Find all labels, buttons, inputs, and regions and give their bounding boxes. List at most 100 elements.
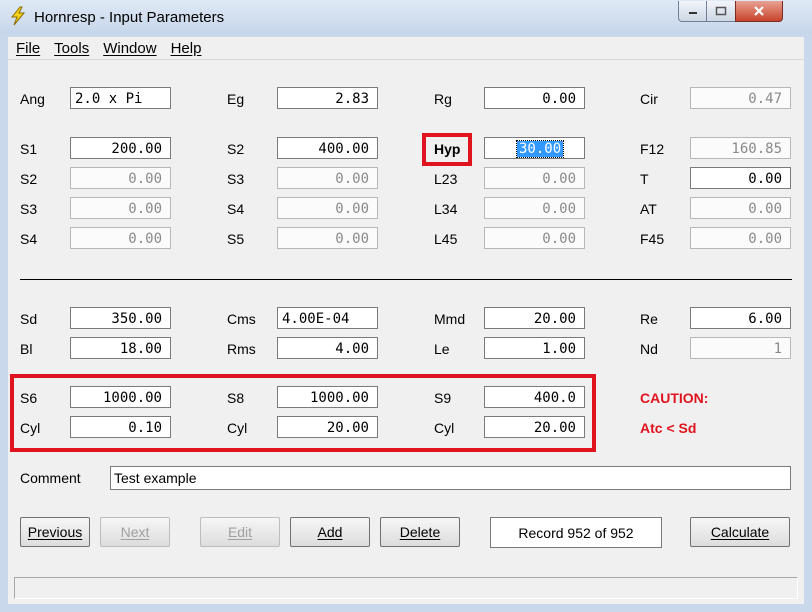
bl-label: Bl bbox=[20, 341, 33, 357]
cir-label: Cir bbox=[640, 91, 658, 107]
record-counter: Record 952 of 952 bbox=[490, 517, 662, 548]
input-parameters-panel: Ang 2.0 x Pi Eg 2.83 Rg 0.00 Cir 0.47 S1… bbox=[8, 60, 804, 604]
cyl3-label: Cyl bbox=[434, 420, 455, 436]
menu-file[interactable]: File bbox=[16, 40, 40, 57]
l34-label: L34 bbox=[434, 201, 458, 217]
cir-field: 0.47 bbox=[690, 87, 791, 109]
s4-row5-label: S4 bbox=[20, 231, 38, 247]
ang-field[interactable]: 2.0 x Pi bbox=[70, 87, 171, 109]
s4-label: S4 bbox=[227, 201, 245, 217]
cyl2-label: Cyl bbox=[227, 420, 248, 436]
close-icon bbox=[754, 6, 764, 16]
l23-field[interactable]: 0.00 bbox=[484, 167, 585, 189]
s5-label: S5 bbox=[227, 231, 245, 247]
f12-label: F12 bbox=[640, 141, 665, 157]
s8-field[interactable]: 1000.00 bbox=[277, 386, 378, 408]
nd-label: Nd bbox=[640, 341, 658, 357]
section-divider bbox=[20, 279, 792, 280]
bl-field[interactable]: 18.00 bbox=[70, 337, 171, 359]
lightning-bolt-icon bbox=[10, 6, 26, 26]
comment-field[interactable]: Test example bbox=[110, 466, 791, 490]
status-bar bbox=[14, 577, 798, 599]
calculate-button[interactable]: Calculate bbox=[690, 517, 790, 547]
caution-title: CAUTION: bbox=[640, 390, 709, 406]
eg-field[interactable]: 2.83 bbox=[277, 87, 378, 109]
s3-row4-field[interactable]: 0.00 bbox=[70, 197, 171, 219]
window-title: Hornresp - Input Parameters bbox=[34, 9, 225, 26]
menu-help[interactable]: Help bbox=[171, 40, 202, 57]
le-label: Le bbox=[434, 341, 450, 357]
add-button[interactable]: Add bbox=[290, 517, 370, 547]
cyl3-field[interactable]: 20.00 bbox=[484, 416, 585, 438]
eg-label: Eg bbox=[227, 91, 245, 107]
hyp-label: Hyp bbox=[434, 141, 461, 157]
mmd-field[interactable]: 20.00 bbox=[484, 307, 585, 329]
rg-field[interactable]: 0.00 bbox=[484, 87, 585, 109]
t-field[interactable]: 0.00 bbox=[690, 167, 791, 189]
hyp-selected-text: 30.00 bbox=[515, 140, 565, 158]
sd-field[interactable]: 350.00 bbox=[70, 307, 171, 329]
s1-label: S1 bbox=[20, 141, 38, 157]
s3-field[interactable]: 0.00 bbox=[277, 167, 378, 189]
menu-tools[interactable]: Tools bbox=[54, 40, 89, 57]
f12-field: 160.85 bbox=[690, 137, 791, 159]
hyp-field[interactable]: 30.00 bbox=[484, 137, 585, 159]
s4-field[interactable]: 0.00 bbox=[277, 197, 378, 219]
edit-button-label: Edit bbox=[227, 524, 253, 540]
edit-button[interactable]: Edit bbox=[200, 517, 280, 547]
s9-label: S9 bbox=[434, 390, 452, 406]
re-field[interactable]: 6.00 bbox=[690, 307, 791, 329]
cms-field[interactable]: 4.00E-04 bbox=[277, 307, 378, 329]
l45-field[interactable]: 0.00 bbox=[484, 227, 585, 249]
delete-button[interactable]: Delete bbox=[380, 517, 460, 547]
cms-label: Cms bbox=[227, 311, 256, 327]
at-label: AT bbox=[640, 201, 657, 217]
s2-row3-label: S2 bbox=[20, 171, 38, 187]
previous-button-label: Previous bbox=[27, 524, 83, 540]
s3-label: S3 bbox=[227, 171, 245, 187]
s8-label: S8 bbox=[227, 390, 245, 406]
f45-label: F45 bbox=[640, 231, 665, 247]
sd-label: Sd bbox=[20, 311, 38, 327]
at-field[interactable]: 0.00 bbox=[690, 197, 791, 219]
s5-field[interactable]: 0.00 bbox=[277, 227, 378, 249]
title-bar: Hornresp - Input Parameters bbox=[0, 0, 812, 34]
s9-field[interactable]: 400.0 bbox=[484, 386, 585, 408]
add-button-label: Add bbox=[317, 524, 343, 540]
next-button[interactable]: Next bbox=[100, 517, 170, 547]
mmd-label: Mmd bbox=[434, 311, 466, 327]
le-field[interactable]: 1.00 bbox=[484, 337, 585, 359]
l34-field[interactable]: 0.00 bbox=[484, 197, 585, 219]
l45-label: L45 bbox=[434, 231, 458, 247]
maximize-button[interactable] bbox=[706, 1, 736, 22]
s4-row5-field[interactable]: 0.00 bbox=[70, 227, 171, 249]
rms-label: Rms bbox=[227, 341, 256, 357]
minimize-button[interactable] bbox=[678, 1, 708, 22]
rg-label: Rg bbox=[434, 91, 452, 107]
rms-field[interactable]: 4.00 bbox=[277, 337, 378, 359]
s6-field[interactable]: 1000.00 bbox=[70, 386, 171, 408]
maximize-icon bbox=[715, 6, 727, 16]
s6-label: S6 bbox=[20, 390, 38, 406]
cyl2-field[interactable]: 20.00 bbox=[277, 416, 378, 438]
minimize-icon bbox=[689, 12, 697, 14]
s2-row3-field[interactable]: 0.00 bbox=[70, 167, 171, 189]
previous-button[interactable]: Previous bbox=[20, 517, 90, 547]
close-button[interactable] bbox=[735, 1, 783, 22]
comment-label: Comment bbox=[20, 470, 81, 486]
re-label: Re bbox=[640, 311, 658, 327]
caution-message: Atc < Sd bbox=[640, 420, 697, 436]
menu-window[interactable]: Window bbox=[103, 40, 156, 57]
f45-field: 0.00 bbox=[690, 227, 791, 249]
delete-button-label: Delete bbox=[399, 524, 441, 540]
menu-bar: File Tools Window Help bbox=[8, 37, 804, 60]
s2-field[interactable]: 400.00 bbox=[277, 137, 378, 159]
t-label: T bbox=[640, 171, 649, 187]
cyl1-field[interactable]: 0.10 bbox=[70, 416, 171, 438]
s2-label: S2 bbox=[227, 141, 245, 157]
ang-label: Ang bbox=[20, 91, 45, 107]
nd-field[interactable]: 1 bbox=[690, 337, 791, 359]
s1-field[interactable]: 200.00 bbox=[70, 137, 171, 159]
s3-row4-label: S3 bbox=[20, 201, 38, 217]
cyl1-label: Cyl bbox=[20, 420, 41, 436]
